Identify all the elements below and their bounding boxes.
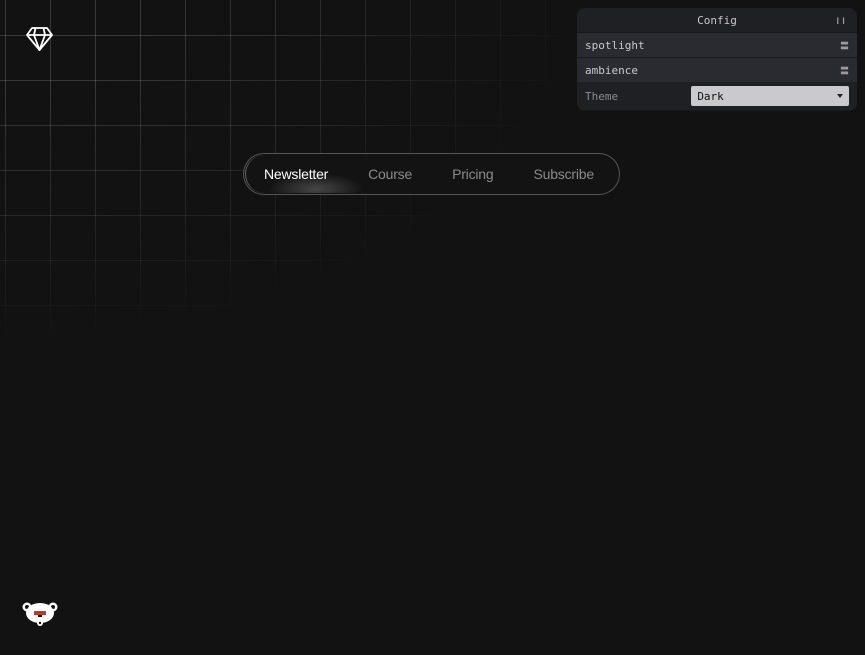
page-background: Newsletter Course Pricing Subscribe Conf… [0,0,865,655]
config-panel-header[interactable]: Config ❙❙ [577,8,857,32]
nav-item-course[interactable]: Course [368,166,412,182]
theme-select-value: Dark [697,89,724,103]
grip-icon: 〓 [839,66,849,77]
config-folder-label: ambience [585,63,638,77]
config-folder-label: spotlight [585,38,645,52]
config-theme-row: Theme Dark [577,82,857,110]
config-panel: Config ❙❙ spotlight 〓 ambience 〓 Theme D… [577,8,857,111]
main-nav: Newsletter Course Pricing Subscribe [243,153,620,195]
nav-item-newsletter[interactable]: Newsletter [264,166,328,182]
chevron-down-icon [837,94,843,98]
config-title: Config [697,13,737,27]
diamond-icon[interactable] [26,26,53,52]
config-folder-ambience[interactable]: ambience 〓 [577,57,857,82]
bear-mascot-icon[interactable] [22,601,58,627]
drag-handle-icon[interactable]: ❙❙ [835,16,847,25]
config-folder-spotlight[interactable]: spotlight 〓 [577,32,857,57]
theme-label: Theme [585,89,619,103]
nav-item-subscribe[interactable]: Subscribe [533,166,594,182]
grip-icon: 〓 [839,41,849,52]
nav-item-pricing[interactable]: Pricing [452,166,494,182]
theme-select[interactable]: Dark [691,86,849,106]
